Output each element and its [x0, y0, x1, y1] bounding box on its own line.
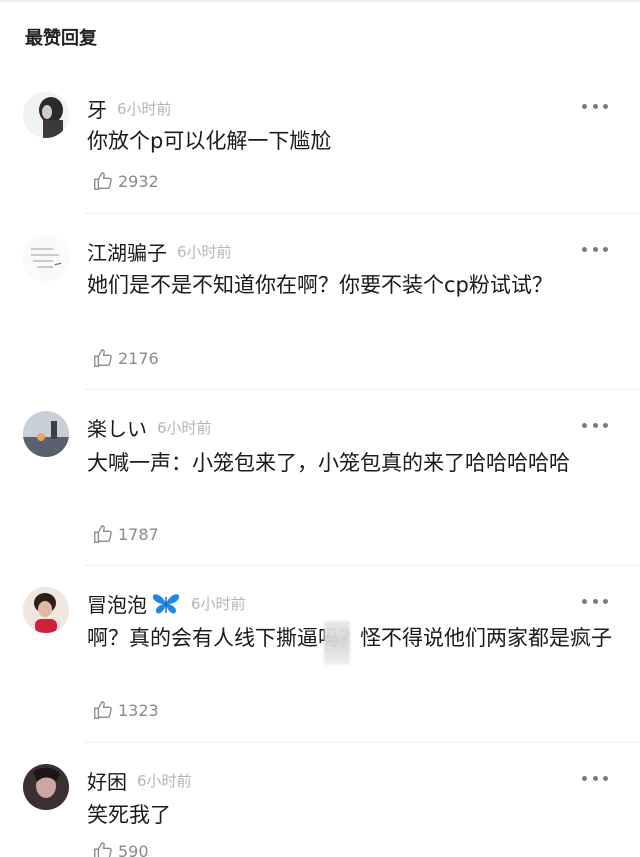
divider [85, 389, 640, 390]
thumbs-up-icon [94, 842, 112, 857]
more-dots-icon[interactable] [582, 245, 608, 253]
avatar[interactable] [23, 411, 69, 457]
username[interactable]: 牙 [87, 94, 107, 123]
comment-header: 冒泡泡 6小时前 [87, 589, 246, 618]
username[interactable]: 好困 [87, 766, 127, 795]
comment-header: 江湖骗子 6小时前 [87, 237, 232, 266]
avatar-image [23, 235, 69, 281]
avatar[interactable] [23, 235, 69, 281]
divider [85, 742, 640, 743]
blur-patch [324, 621, 350, 665]
like-button[interactable]: 2932 [92, 170, 159, 192]
comment-text: 笑死我了 [87, 803, 171, 827]
more-dots-icon[interactable] [582, 421, 608, 429]
avatar-image [23, 587, 69, 633]
comment-header: 楽しい 6小时前 [87, 413, 212, 442]
timestamp: 6小时前 [117, 100, 172, 118]
avatar[interactable] [23, 764, 69, 810]
thumbs-up-icon [94, 525, 112, 543]
comment-text: 你放个p可以化解一下尴尬 [87, 129, 332, 153]
avatar[interactable] [23, 587, 69, 633]
timestamp: 6小时前 [177, 243, 232, 261]
avatar-image [23, 411, 69, 457]
like-count: 1323 [118, 700, 159, 720]
thumbs-up-icon [94, 701, 112, 719]
more-dots-icon[interactable] [582, 597, 608, 605]
avatar-image [23, 764, 69, 810]
avatar-image [23, 92, 69, 138]
username[interactable]: 冒泡泡 [87, 589, 147, 618]
like-button[interactable]: 1787 [92, 523, 159, 545]
comment-text: 大喊一声：小笼包来了，小笼包真的来了哈哈哈哈哈 [87, 451, 570, 475]
like-count: 2932 [118, 171, 159, 191]
divider [85, 565, 640, 566]
section-title: 最赞回复 [25, 28, 97, 49]
thumbs-up-icon [94, 349, 112, 367]
timestamp: 6小时前 [137, 772, 192, 790]
like-button[interactable]: 1323 [92, 699, 159, 721]
like-button[interactable]: 590 [92, 840, 149, 857]
like-count: 590 [118, 841, 149, 857]
username[interactable]: 楽しい [87, 413, 147, 442]
like-button[interactable]: 2176 [92, 347, 159, 369]
timestamp: 6小时前 [191, 595, 246, 613]
avatar[interactable] [23, 92, 69, 138]
divider [85, 213, 640, 214]
comment-header: 好困 6小时前 [87, 766, 192, 795]
like-count: 1787 [118, 524, 159, 544]
comment-header: 牙 6小时前 [87, 94, 172, 123]
like-count: 2176 [118, 348, 159, 368]
username[interactable]: 江湖骗子 [87, 237, 167, 266]
more-dots-icon[interactable] [582, 774, 608, 782]
top-border [0, 0, 640, 2]
comment-text: 她们是不是不知道你在啊？你要不装个cp粉试试？ [87, 273, 553, 297]
butterfly-icon [152, 593, 180, 613]
more-dots-icon[interactable] [582, 102, 608, 110]
timestamp: 6小时前 [157, 419, 212, 437]
thumbs-up-icon [94, 172, 112, 190]
